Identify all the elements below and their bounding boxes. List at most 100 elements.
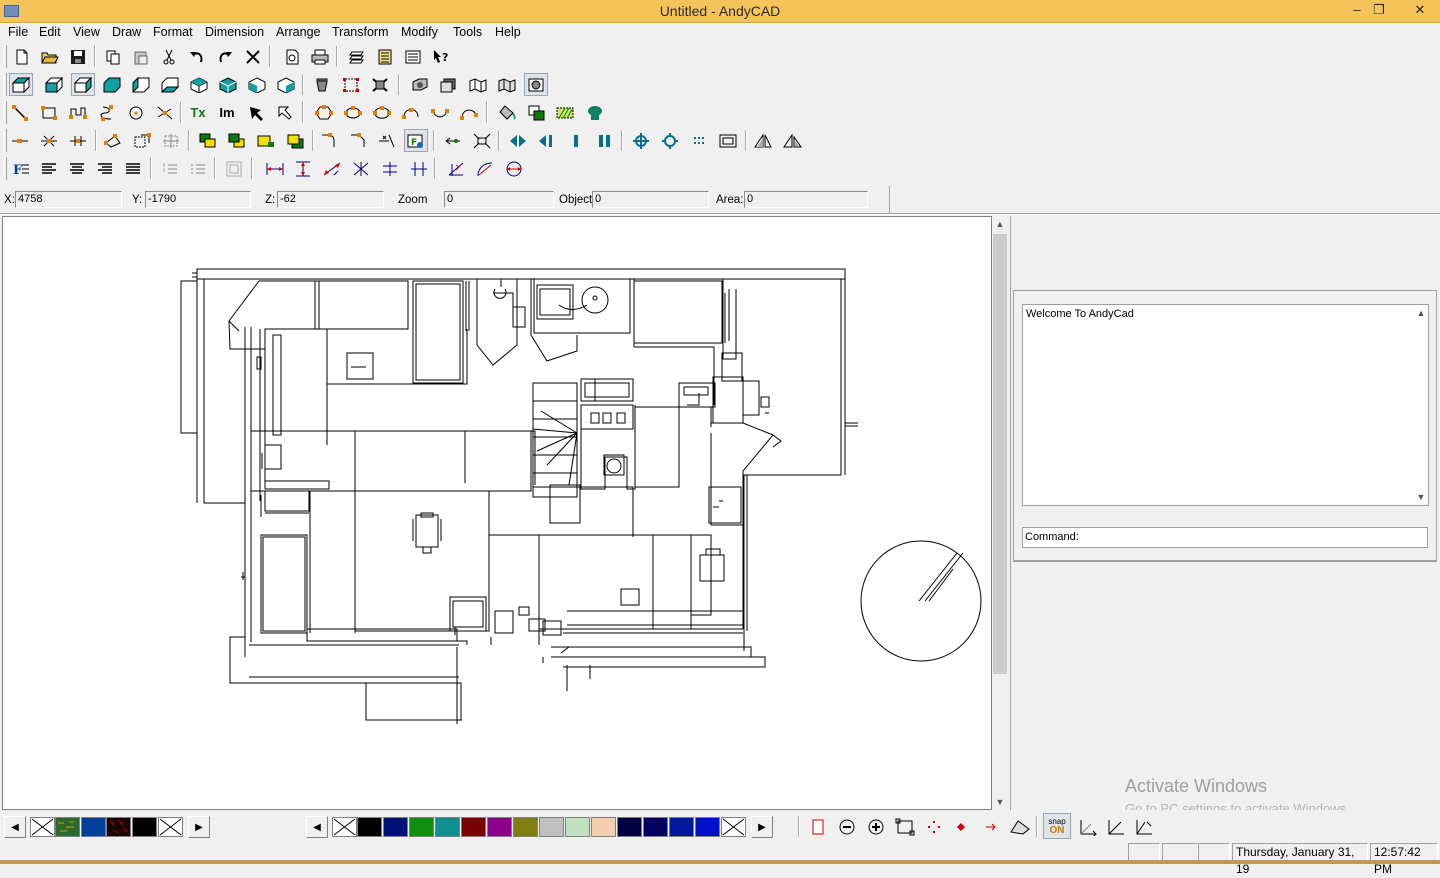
fillet-icon[interactable] bbox=[317, 129, 341, 152]
save-icon[interactable] bbox=[66, 45, 90, 68]
snap-diamond-icon[interactable] bbox=[949, 815, 973, 838]
snap-mid-icon[interactable] bbox=[37, 129, 61, 152]
pattern-swatch-red[interactable] bbox=[106, 817, 131, 837]
snap-endpoint-icon[interactable] bbox=[806, 815, 830, 838]
menu-modify[interactable]: Modify bbox=[401, 25, 438, 39]
color-swatch[interactable] bbox=[132, 817, 157, 837]
view-top-icon[interactable] bbox=[9, 73, 33, 96]
color-swatch[interactable] bbox=[383, 817, 408, 837]
perspective-alt-icon[interactable] bbox=[780, 129, 804, 152]
render-light-icon[interactable] bbox=[524, 73, 548, 96]
border-icon[interactable] bbox=[222, 157, 246, 180]
mirror-h-icon[interactable] bbox=[506, 129, 530, 152]
render-shade-icon[interactable] bbox=[466, 73, 490, 96]
render-icon[interactable] bbox=[310, 73, 334, 96]
dim-center-icon[interactable] bbox=[378, 157, 402, 180]
toolbar-grip[interactable] bbox=[4, 157, 7, 180]
solid-icon[interactable] bbox=[583, 101, 607, 124]
palette-right-next-icon[interactable]: ▶ bbox=[751, 816, 773, 838]
align-left-icon[interactable] bbox=[37, 157, 61, 180]
text-tool-icon[interactable]: Tx bbox=[186, 101, 210, 124]
color-swatch[interactable] bbox=[695, 817, 720, 837]
snap-polygon-icon[interactable] bbox=[1008, 815, 1032, 838]
snap-dots-icon[interactable] bbox=[922, 815, 946, 838]
menu-dimension[interactable]: Dimension bbox=[205, 25, 264, 39]
circle-icon[interactable] bbox=[124, 101, 148, 124]
fit-icon[interactable] bbox=[470, 129, 494, 152]
toolbar-grip[interactable] bbox=[4, 101, 7, 124]
cut-icon[interactable] bbox=[157, 45, 181, 68]
dim-diameter-icon[interactable] bbox=[502, 157, 526, 180]
send-backward-icon[interactable] bbox=[283, 129, 307, 152]
move-icon[interactable] bbox=[441, 129, 465, 152]
properties-icon[interactable] bbox=[373, 45, 397, 68]
view-right-icon[interactable] bbox=[71, 73, 95, 96]
object-field[interactable]: 0 bbox=[592, 191, 709, 208]
stretch-icon[interactable] bbox=[159, 129, 183, 152]
zoom-in-icon[interactable] bbox=[629, 129, 653, 152]
perspective-icon[interactable] bbox=[751, 129, 775, 152]
align-center-icon[interactable] bbox=[65, 157, 89, 180]
palette-left-next-icon[interactable]: ▶ bbox=[188, 816, 210, 838]
color-swatch[interactable] bbox=[461, 817, 486, 837]
restore-button[interactable]: ❐ bbox=[1364, 0, 1394, 22]
no-color-swatch[interactable] bbox=[721, 817, 746, 837]
view-iso1-icon[interactable] bbox=[187, 73, 211, 96]
dim-aligned-icon[interactable] bbox=[320, 157, 344, 180]
mirror-bar-icon[interactable] bbox=[564, 129, 588, 152]
no-color-swatch[interactable] bbox=[30, 817, 55, 837]
snap-arrow-icon[interactable] bbox=[978, 815, 1002, 838]
fill-bucket-icon[interactable] bbox=[496, 101, 520, 124]
output-scroll-down-icon[interactable]: ▼ bbox=[1414, 489, 1428, 505]
color-swatch[interactable] bbox=[513, 817, 538, 837]
construction-line-icon[interactable] bbox=[153, 101, 177, 124]
menu-file[interactable]: File bbox=[8, 25, 28, 39]
grid-icon[interactable] bbox=[687, 129, 711, 152]
toolbar-grip[interactable] bbox=[4, 45, 7, 68]
color-swatch[interactable] bbox=[643, 817, 668, 837]
mirror-v-icon[interactable] bbox=[593, 129, 617, 152]
dim-parallel-icon[interactable] bbox=[407, 157, 431, 180]
polyline-icon[interactable] bbox=[66, 101, 90, 124]
scrollbar-thumb[interactable] bbox=[993, 234, 1007, 674]
scale-icon[interactable] bbox=[130, 129, 154, 152]
delete-icon[interactable] bbox=[241, 45, 265, 68]
track-icon[interactable] bbox=[1132, 815, 1156, 838]
color-swatch[interactable] bbox=[357, 817, 382, 837]
snap-box-icon[interactable] bbox=[893, 815, 917, 838]
rotate-icon[interactable] bbox=[101, 129, 125, 152]
print-icon[interactable] bbox=[308, 45, 332, 68]
toolbar-grip[interactable] bbox=[4, 73, 7, 96]
dim-vertical-icon[interactable] bbox=[291, 157, 315, 180]
output-window[interactable]: Welcome To AndyCad ▲ ▼ bbox=[1022, 304, 1429, 506]
spline-icon[interactable] bbox=[95, 101, 119, 124]
numbered-list-icon[interactable] bbox=[158, 157, 182, 180]
color-swatch[interactable] bbox=[591, 817, 616, 837]
mirror-left-icon[interactable] bbox=[535, 129, 559, 152]
zoom-extent-icon[interactable] bbox=[716, 129, 740, 152]
chamfer-icon[interactable] bbox=[346, 129, 370, 152]
render-solid-icon[interactable] bbox=[408, 73, 432, 96]
color-swatch[interactable] bbox=[617, 817, 642, 837]
scroll-down-icon[interactable]: ▼ bbox=[992, 794, 1008, 810]
print-preview-icon[interactable] bbox=[280, 45, 304, 68]
ortho-icon[interactable] bbox=[1076, 815, 1100, 838]
no-color-swatch[interactable] bbox=[332, 817, 357, 837]
z-coordinate-field[interactable]: -62 bbox=[277, 191, 384, 208]
view-left-icon[interactable] bbox=[129, 73, 153, 96]
zoom-out-icon[interactable] bbox=[658, 129, 682, 152]
new-file-icon[interactable] bbox=[10, 45, 34, 68]
menu-transform[interactable]: Transform bbox=[332, 25, 389, 39]
ellipse-icon[interactable] bbox=[341, 101, 365, 124]
font-icon[interactable]: F bbox=[9, 157, 33, 180]
palette-left-prev-icon[interactable]: ◀ bbox=[4, 816, 26, 838]
y-coordinate-field[interactable]: -1790 bbox=[145, 191, 251, 208]
arc-alt-icon[interactable] bbox=[457, 101, 481, 124]
color-swatch[interactable] bbox=[565, 817, 590, 837]
toolbar-grip[interactable] bbox=[4, 129, 7, 152]
view-iso2-icon[interactable] bbox=[216, 73, 240, 96]
zoom-field[interactable]: 0 bbox=[444, 191, 554, 208]
zoom-window-icon[interactable] bbox=[339, 73, 363, 96]
select-arrow-icon[interactable] bbox=[244, 101, 268, 124]
menu-tools[interactable]: Tools bbox=[453, 25, 482, 39]
